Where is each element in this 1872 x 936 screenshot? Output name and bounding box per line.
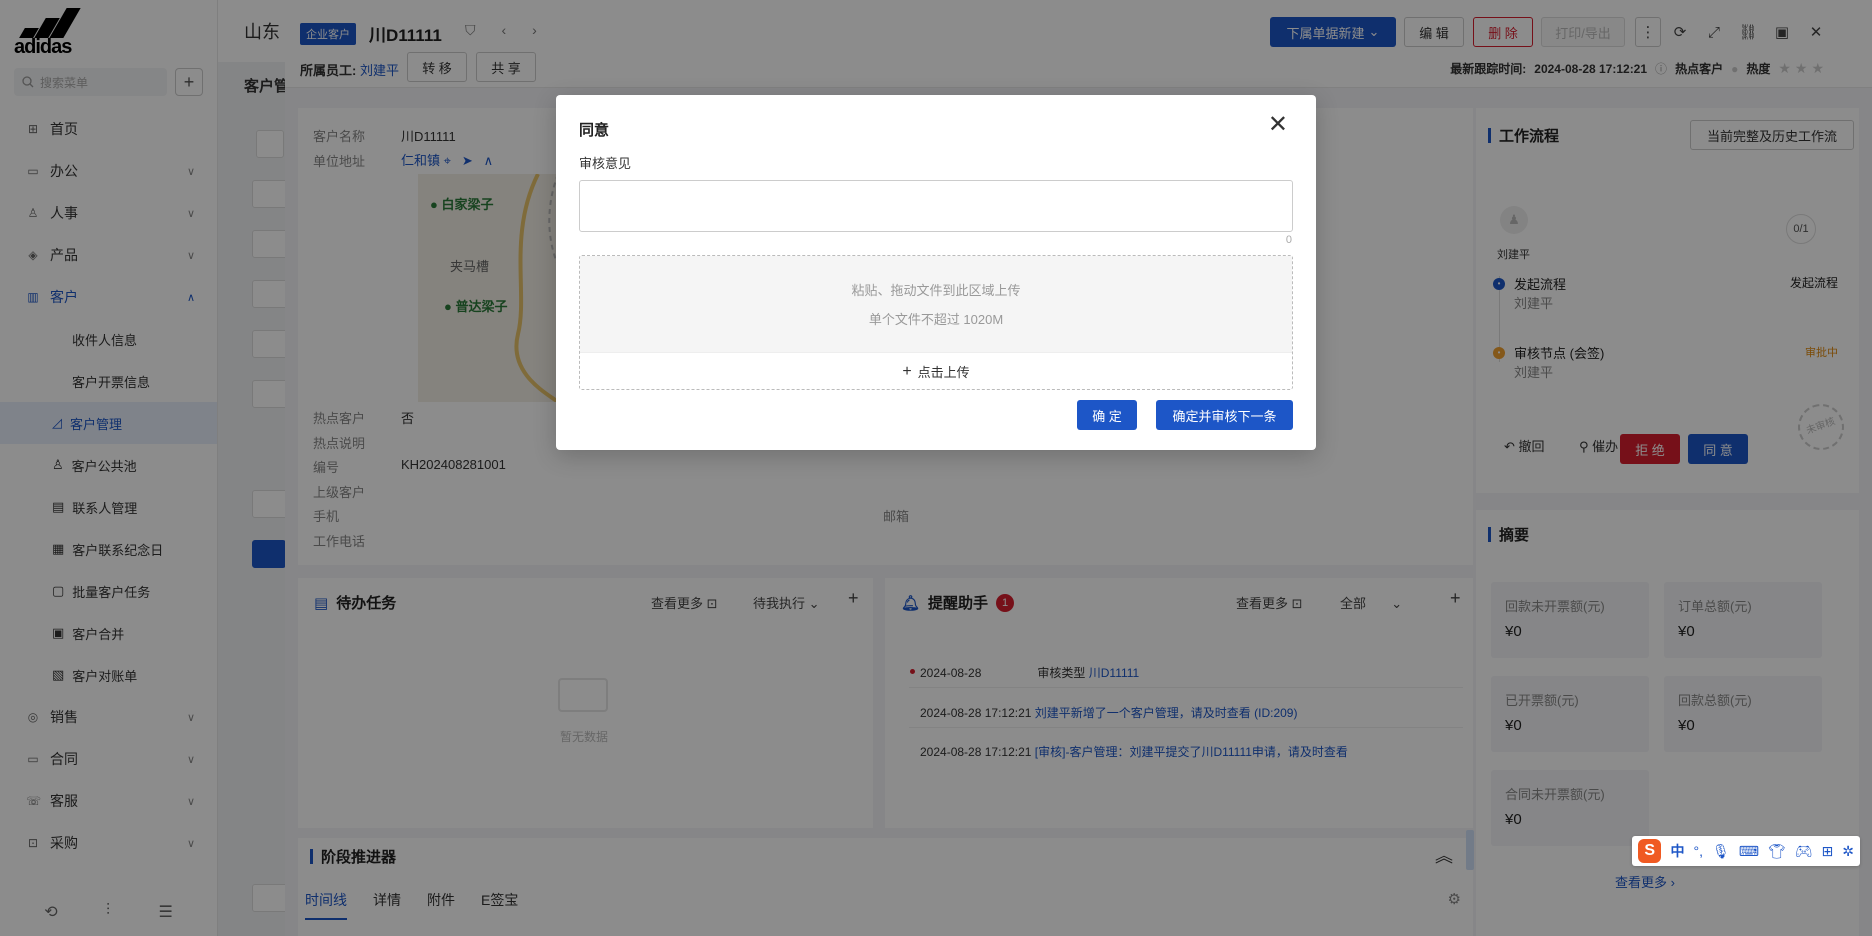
click-upload-button[interactable]: + 点击上传 [580,352,1292,389]
keyboard-icon[interactable]: ⌨ [1739,843,1759,860]
upload-hint: 粘贴、拖动文件到此区域上传 [851,283,1021,298]
dialog-title: 同意 [579,122,610,139]
plus-icon: + [902,362,912,380]
gamepad-icon[interactable]: 🎮︎ [1795,843,1813,860]
ime-settings-icon[interactable]: ✲ [1842,843,1854,860]
opinion-label: 审核意见 [579,156,632,171]
confirm-and-next-button[interactable]: 确定并审核下一条 [1156,400,1293,430]
click-upload-label: 点击上传 [917,365,970,380]
punctuation-icon[interactable]: °, [1693,843,1703,859]
approve-dialog: 同意 ✕ 审核意见 0 粘贴、拖动文件到此区域上传 单个文件不超过 1020M … [556,95,1316,450]
apps-grid-icon[interactable]: ⊞ [1822,843,1834,860]
ime-toolbar: S 中 °, 🎙︎ ⌨ 👕︎ 🎮︎ ⊞ ✲ [1632,836,1860,866]
char-count: 0 [1285,234,1292,246]
confirm-button[interactable]: 确 定 [1077,400,1137,430]
microphone-icon[interactable]: 🎙︎ [1712,843,1730,860]
close-icon[interactable]: ✕ [1268,113,1288,137]
ime-language[interactable]: 中 [1670,841,1684,861]
shirt-icon[interactable]: 👕︎ [1768,843,1786,860]
upload-dropzone[interactable]: 粘贴、拖动文件到此区域上传 单个文件不超过 1020M + 点击上传 [579,255,1293,390]
sogou-logo-icon[interactable]: S [1638,839,1662,863]
upload-size-hint: 单个文件不超过 1020M [868,312,1004,327]
opinion-textarea[interactable] [579,180,1293,232]
